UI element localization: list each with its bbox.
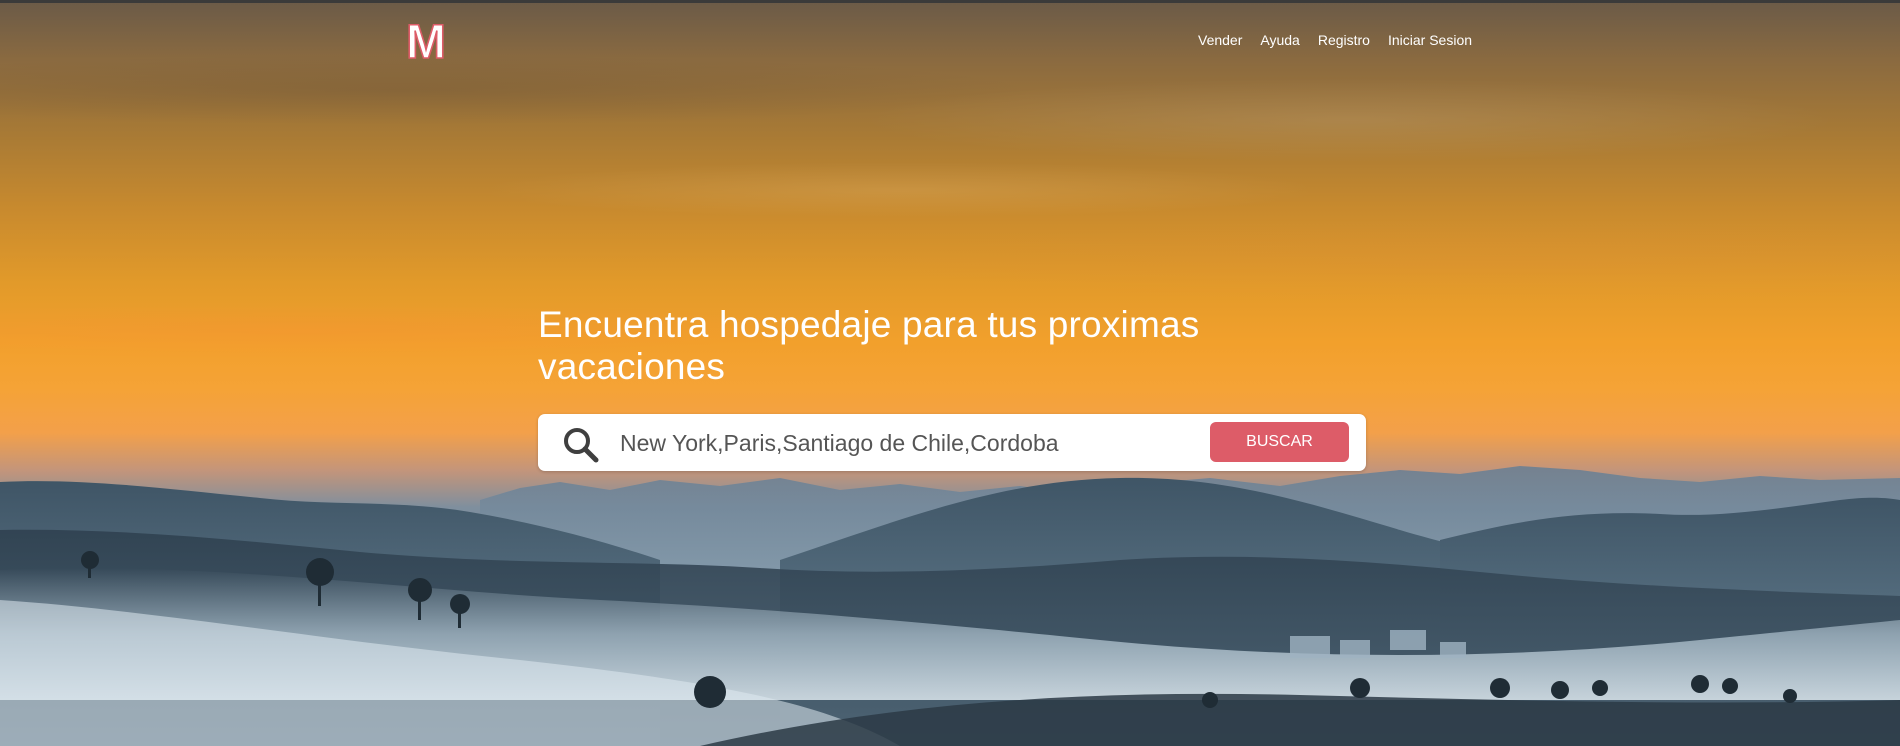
top-nav: Vender Ayuda Registro Iniciar Sesion — [1198, 32, 1472, 48]
search-input[interactable] — [618, 424, 1202, 462]
hero-section: M Vender Ayuda Registro Iniciar Sesion E… — [0, 0, 1900, 746]
hero-headline: Encuentra hospedaje para tus proximas va… — [538, 304, 1298, 388]
search-button[interactable]: BUSCAR — [1210, 422, 1349, 462]
nav-item-vender[interactable]: Vender — [1198, 32, 1242, 48]
hero-headline-line1: Encuentra hospedaje para tus proximas — [538, 304, 1200, 345]
nav-item-ayuda[interactable]: Ayuda — [1260, 32, 1299, 48]
search-icon — [564, 428, 599, 463]
search-bar: BUSCAR — [538, 414, 1366, 471]
top-border — [0, 0, 1900, 3]
nav-item-iniciar-sesion[interactable]: Iniciar Sesion — [1388, 32, 1472, 48]
brand-logo-letter: M — [406, 16, 446, 62]
brand-logo[interactable]: M — [400, 16, 452, 62]
nav-item-registro[interactable]: Registro — [1318, 32, 1370, 48]
hero-headline-line2: vacaciones — [538, 346, 726, 387]
